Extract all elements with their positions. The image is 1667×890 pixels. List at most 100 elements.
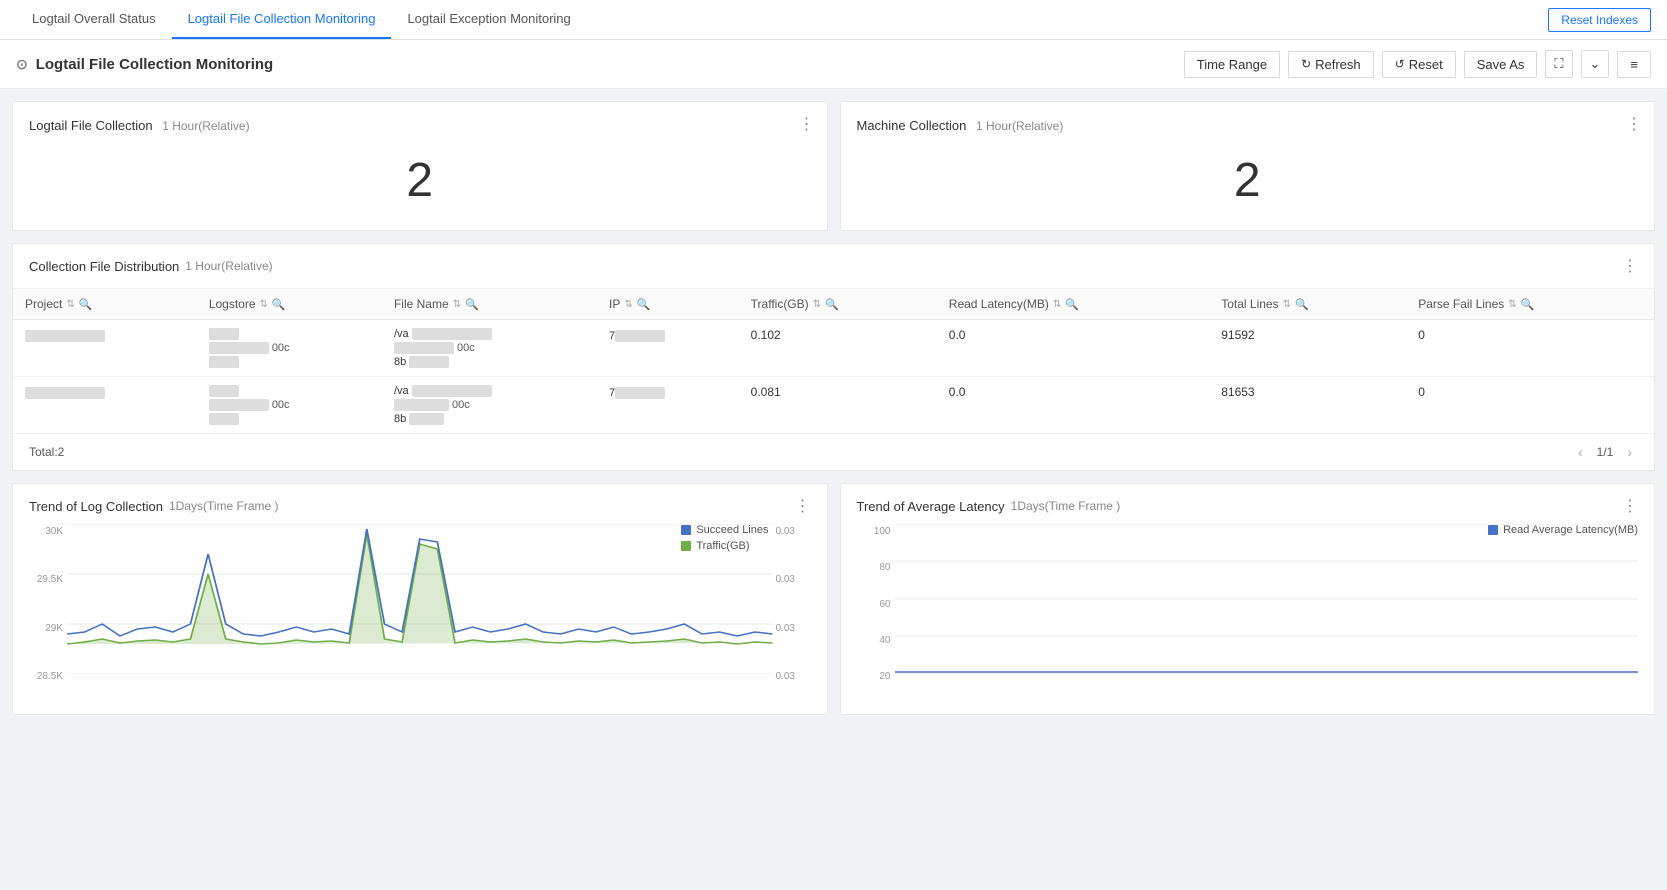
stat-card-header: Logtail File Collection 1 Hour(Relative) [29,118,811,133]
stat-card-value-1: 2 [857,133,1639,208]
stat-card-title-1: Machine Collection [857,118,967,133]
cell-logstore-0: 00c [197,320,382,377]
cell-ip-1: 7 [597,377,739,434]
cell-logstore-1: 00c [197,377,382,434]
table-header: Collection File Distribution 1 Hour(Rela… [13,244,1654,289]
sort-icon-project[interactable]: ⇅ [66,299,74,310]
chart-title-1: Trend of Average Latency [857,499,1005,514]
collection-table-section: Collection File Distribution 1 Hour(Rela… [12,243,1655,471]
stat-card-title-0: Logtail File Collection [29,118,153,133]
log-collection-chart-card: Trend of Log Collection 1Days(Time Frame… [12,483,828,715]
machine-collection-card: Machine Collection 1 Hour(Relative) 2 ⋮ [840,101,1656,231]
chart-title-0: Trend of Log Collection [29,499,163,514]
chart-subtitle-0: 1Days(Time Frame ) [169,499,279,513]
cell-total-lines-0: 91592 [1209,320,1406,377]
time-range-label: Time Range [1197,57,1267,72]
col-filename: File Name ⇅ 🔍 [382,289,597,320]
search-icon-read-latency[interactable]: 🔍 [1065,298,1079,311]
refresh-button[interactable]: ↻ Refresh [1288,51,1374,78]
stat-card-menu-1[interactable]: ⋮ [1626,114,1642,134]
chart-menu-1[interactable]: ⋮ [1622,496,1638,516]
save-as-label: Save As [1477,57,1525,72]
prev-page-button[interactable]: ‹ [1572,442,1589,462]
stat-card-value-0: 2 [29,133,811,208]
sort-icon-total-lines[interactable]: ⇅ [1283,299,1291,310]
reset-button[interactable]: ↺ Reset [1382,51,1456,78]
col-logstore: Logstore ⇅ 🔍 [197,289,382,320]
y-label-40: 40 [857,635,895,646]
next-page-button[interactable]: › [1621,442,1638,462]
y-label-29k: 29K [29,623,67,634]
stat-card-header-1: Machine Collection 1 Hour(Relative) [857,118,1639,133]
reset-indexes-button[interactable]: Reset Indexes [1548,8,1651,32]
settings-button[interactable]: ≡ [1617,51,1651,78]
y-right-label-3: 0.03 [773,623,811,634]
tab-overall[interactable]: Logtail Overall Status [16,0,172,39]
expand-button[interactable]: ⛶ [1545,50,1572,78]
chart-header-1: Trend of Average Latency 1Days(Time Fram… [841,484,1655,524]
legend-succeed-lines: Succeed Lines [681,524,768,536]
chart-legend-1: Read Average Latency(MB) [1488,524,1638,536]
search-icon-total-lines[interactable]: 🔍 [1295,298,1309,311]
search-icon-ip[interactable]: 🔍 [637,298,651,311]
y-label-60: 60 [857,599,895,610]
main-content: Logtail File Collection 1 Hour(Relative)… [0,89,1667,890]
settings-icon: ≡ [1630,57,1638,72]
col-project: Project ⇅ 🔍 [13,289,197,320]
legend-traffic-gb: Traffic(GB) [681,540,768,552]
nav-tabs: Logtail Overall Status Logtail File Coll… [16,0,587,39]
chart-body-1: 100 80 60 40 20 [841,524,1655,714]
sort-icon-read-latency[interactable]: ⇅ [1053,299,1061,310]
cell-parse-fail-0: 0 [1406,320,1654,377]
sort-icon-ip[interactable]: ⇅ [624,299,632,310]
chart-header-0: Trend of Log Collection 1Days(Time Frame… [13,484,827,524]
page-title-icon: ⊙ [16,56,28,73]
y-right-label-2: 0.03 [773,574,811,585]
sort-icon-parse-fail[interactable]: ⇅ [1508,299,1516,310]
sort-icon-logstore[interactable]: ⇅ [260,299,268,310]
search-icon-logstore[interactable]: 🔍 [272,298,286,311]
refresh-label: Refresh [1315,57,1361,72]
legend-read-avg-latency: Read Average Latency(MB) [1488,524,1638,536]
y-label-28-5k: 28.5K [29,671,67,682]
sort-icon-filename[interactable]: ⇅ [453,299,461,310]
y-right-label-4: 0.03 [773,671,811,682]
header-actions: Time Range ↻ Refresh ↺ Reset Save As ⛶ ⌄… [1184,50,1651,78]
tab-file-collection[interactable]: Logtail File Collection Monitoring [172,0,392,39]
page-title-container: ⊙ Logtail File Collection Monitoring [16,56,273,73]
legend-dot-green [681,541,691,551]
y-label-20: 20 [857,671,895,682]
cell-read-latency-1: 0.0 [937,377,1209,434]
stat-card-menu-0[interactable]: ⋮ [799,114,815,134]
tab-exception[interactable]: Logtail Exception Monitoring [391,0,586,39]
legend-dot-blue [681,525,691,535]
chart-menu-0[interactable]: ⋮ [795,496,811,516]
chevron-down-icon: ⌄ [1590,56,1601,72]
page-header: ⊙ Logtail File Collection Monitoring Tim… [0,40,1667,89]
save-as-button[interactable]: Save As [1464,51,1538,78]
col-total-lines: Total Lines ⇅ 🔍 [1209,289,1406,320]
avg-latency-chart-card: Trend of Average Latency 1Days(Time Fram… [840,483,1656,715]
cell-parse-fail-1: 0 [1406,377,1654,434]
expand-icon: ⛶ [1554,56,1563,72]
y-label-100: 100 [857,526,895,537]
chart-legend-0: Succeed Lines Traffic(GB) [681,524,768,552]
cell-ip-0: 7 [597,320,739,377]
cell-filename-1: /va 00c 8b [382,377,597,434]
search-icon-parse-fail[interactable]: 🔍 [1521,298,1535,311]
sort-icon-traffic[interactable]: ⇅ [813,299,821,310]
more-options-button[interactable]: ⌄ [1581,50,1610,78]
refresh-icon: ↻ [1301,57,1311,71]
search-icon-traffic[interactable]: 🔍 [825,298,839,311]
legend-dot-latency [1488,525,1498,535]
table-menu-button[interactable]: ⋮ [1622,256,1638,276]
y-label-30k: 30K [29,526,67,537]
table-title: Collection File Distribution [29,259,179,274]
project-value-0: yer [25,330,105,342]
search-icon-filename[interactable]: 🔍 [465,298,479,311]
cell-project-0: yer [13,320,197,377]
chart-subtitle-1: 1Days(Time Frame ) [1011,499,1121,513]
search-icon-project[interactable]: 🔍 [79,298,93,311]
table-total: Total:2 [29,445,64,459]
time-range-button[interactable]: Time Range [1184,51,1280,78]
